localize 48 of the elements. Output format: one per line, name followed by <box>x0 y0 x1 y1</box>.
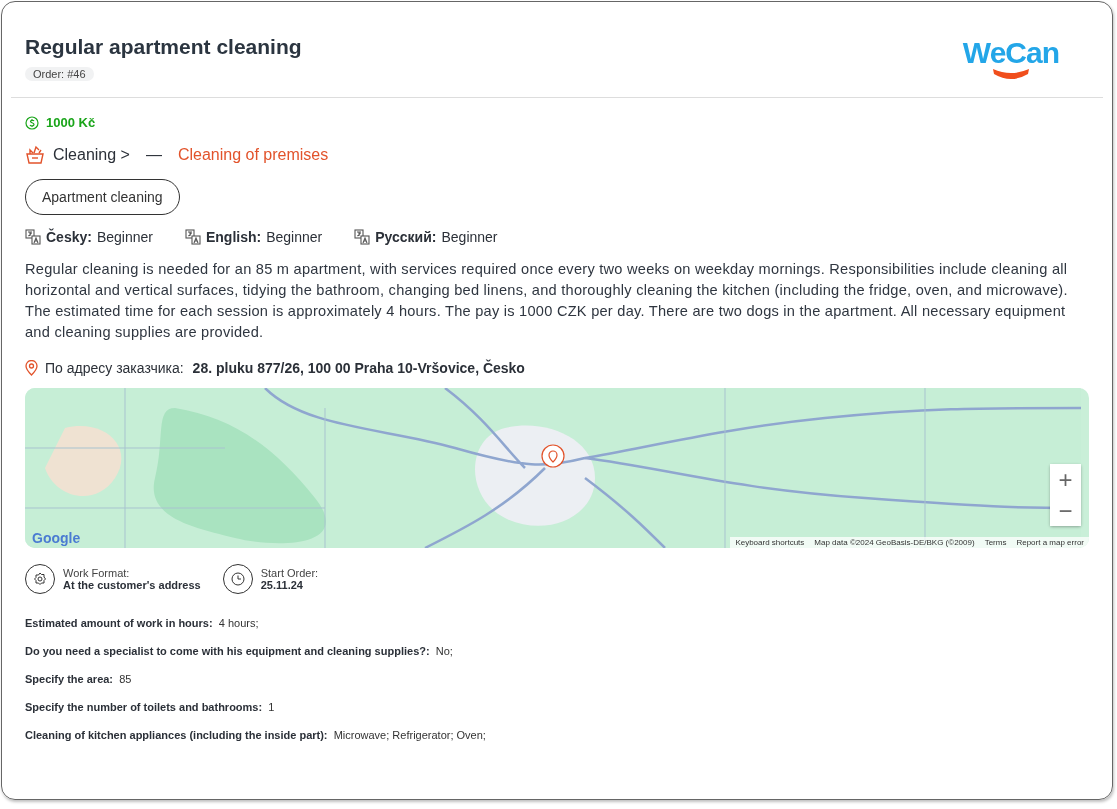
detail-label: Cleaning of kitchen appliances (including the inside part): <box>25 729 328 741</box>
info-value: 25.11.24 <box>260 579 304 591</box>
separator-dash: — <box>145 146 162 164</box>
order-number: Order: #46 <box>25 67 94 81</box>
gear-icon <box>33 572 47 586</box>
clock-icon <box>230 572 245 586</box>
detail-label: Do you need a specialist to come with his equipment and cleaning supplies?: <box>25 645 430 657</box>
detail-value: 4 hours; <box>218 617 259 629</box>
map-attribution-link[interactable]: Keyboard shortcuts <box>735 538 805 547</box>
detail-value: No; <box>435 645 453 657</box>
language-level: Beginner <box>266 229 323 245</box>
language-level: Beginner <box>441 229 498 245</box>
translate-icon <box>354 229 371 245</box>
map-attribution-link[interactable]: Report a map error <box>1016 538 1084 547</box>
location-pin-icon <box>25 360 38 376</box>
info-label: Work Format: <box>63 567 131 579</box>
detail-value: 1 <box>268 701 275 713</box>
order-description: Regular cleaning is needed for an 85 m apartment, with services required once every two weeks on weekday mornings. Responsibilities include cleaning all horizontal and vertical surfaces, tidying the bathroom, changing bed linens, and thoroughly cleaning the kitchen (including the fridge, oven, and microwave). The estimated time for each session is approximately 4 hours. The pay is 1000 CZK per day. There are two dogs in the apartment. All necessary equipment and cleaning supplies are provided. <box>25 260 1069 342</box>
zoom-in-button[interactable]: + <box>1050 464 1081 495</box>
zoom-out-button[interactable]: − <box>1050 495 1081 526</box>
info-value: At the customer's address <box>63 579 201 591</box>
address-value: 28. pluku 877/26, 100 00 Praha 10-Vršovice, Česko <box>192 360 525 376</box>
map-marker-icon <box>541 444 565 468</box>
logo: WeCan <box>962 38 1059 80</box>
detail-label: Estimated amount of work in hours: <box>25 617 213 629</box>
translate-icon <box>25 229 41 245</box>
translate-icon <box>184 229 201 245</box>
subcategory-link[interactable]: Cleaning of premises <box>177 146 329 164</box>
detail-label: Specify the area: <box>25 673 114 685</box>
detail-value: 85 <box>119 673 132 685</box>
detail-label: Specify the number of toilets and bathrooms: <box>25 701 263 713</box>
dollar-coin-icon <box>25 115 39 130</box>
order-title: Regular apartment cleaning <box>25 34 302 60</box>
map-logo: Google <box>32 530 81 546</box>
detail-value: Microwave; Refrigerator; Oven; <box>333 729 486 741</box>
address-label: По адресу заказчика: <box>45 360 184 376</box>
map-attribution-link[interactable]: Map data ©2024 GeoBasis-DE/BKG (©2009) <box>814 538 975 547</box>
service-tag: Apartment cleaning <box>25 179 180 215</box>
language-name: English: <box>205 229 262 245</box>
map-attribution-link[interactable]: Terms <box>984 538 1007 547</box>
price: 1000 Kč <box>46 115 96 130</box>
language-name: Česky: <box>46 229 92 245</box>
category-link[interactable]: Cleaning > <box>53 146 130 164</box>
map[interactable]: Google + − Keyboard shortcuts Map data ©2024 GeoBasis-DE/BKG (©2009) Terms Report a map error <box>25 388 1089 548</box>
basket-icon <box>25 145 45 165</box>
language-name: Русский: <box>375 229 437 245</box>
language-level: Beginner <box>96 229 153 245</box>
info-label: Start Order: <box>260 567 319 579</box>
